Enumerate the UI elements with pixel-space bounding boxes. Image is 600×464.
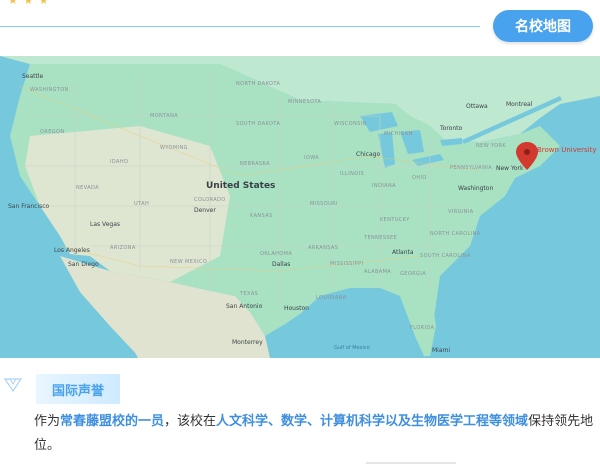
map-label-city: Atlanta: [392, 249, 414, 256]
highlight-text: 常春藤盟校的一员: [60, 414, 165, 429]
map-label-state: VIRGINIA: [448, 209, 474, 215]
decorative-stars: ★ ★ ★: [8, 0, 50, 7]
map-label-state: NEBRASKA: [240, 161, 271, 167]
map-label-state: MISSOURI: [310, 201, 338, 207]
map-label-state: NEW MEXICO: [170, 259, 208, 265]
map-label-state: ILLINOIS: [340, 171, 365, 177]
pin-label[interactable]: Brown University: [537, 146, 597, 154]
map-label-water: Gulf of Mexico: [334, 345, 370, 351]
map-label-state: ALABAMA: [364, 269, 392, 275]
map-label-state: KANSAS: [250, 213, 273, 219]
map-label-state: NORTH CAROLINA: [430, 231, 481, 237]
map-label-state: FLORIDA: [410, 325, 435, 331]
map-label-state: UTAH: [134, 201, 150, 207]
map-label-city: Dallas: [272, 261, 291, 268]
map-label-state: IDAHO: [110, 159, 129, 165]
map-label-city: Seattle: [22, 73, 44, 80]
map-label-city: San Antonio: [226, 303, 263, 310]
map-label-state: OREGON: [40, 129, 65, 135]
map-label-state: SOUTH CAROLINA: [420, 253, 471, 259]
map-label-state: NEW YORK: [476, 143, 507, 149]
map-label-city: Los Angeles: [54, 247, 90, 254]
map-label-city: Montreal: [506, 101, 533, 108]
map-label-state: TENNESSEE: [364, 235, 398, 241]
map-label-state: WISCONSIN: [334, 121, 367, 127]
map-label-city: Washington: [458, 185, 494, 192]
map-label-city: San Francisco: [8, 203, 50, 210]
map-label-state: ARKANSAS: [308, 245, 339, 251]
highlight-text: 人文科学、数学、计算机科学以及生物医学工程等领域: [216, 414, 529, 429]
map-label-state: INDIANA: [372, 183, 396, 189]
map-label-state: MONTANA: [150, 113, 179, 119]
description-paragraph: 作为常春藤盟校的一员，该校在人文科学、数学、计算机科学以及生物医学工程等领域保持…: [34, 410, 594, 458]
map-label-state: WASHINGTON: [30, 87, 69, 93]
map-label-city: Toronto: [440, 125, 463, 132]
map-label-state: OKLAHOMA: [260, 251, 293, 257]
map-label-city: Miami: [432, 347, 451, 354]
map-label-state: SOUTH DAKOTA: [236, 121, 281, 127]
map-label-city: New York: [496, 165, 524, 172]
map-label-state: GEORGIA: [400, 271, 427, 277]
map-label-city: Denver: [194, 207, 216, 214]
map-label-state: LOUISIANA: [316, 295, 347, 301]
paragraph-text: ，该校在: [164, 414, 217, 429]
map-label-city: San Diego: [68, 261, 99, 268]
triangle-outline-icon: [4, 378, 22, 392]
map-label-state: MICHIGAN: [384, 131, 413, 137]
map-label-state: TEXAS: [240, 291, 259, 297]
map-label-state: NORTH DAKOTA: [236, 81, 281, 87]
map-label-city: Ottawa: [466, 103, 488, 110]
map-label-state: MISSISSIPPI: [330, 261, 364, 267]
map-label-city: Houston: [284, 305, 309, 312]
map-label-state: WYOMING: [160, 145, 188, 151]
map-label-state: COLORADO: [194, 197, 226, 203]
map-label-state: NEVADA: [76, 185, 100, 191]
map-label-state: IOWA: [304, 155, 320, 161]
map-label-state: MINNESOTA: [288, 99, 322, 105]
map-label-city: Las Vegas: [90, 221, 120, 228]
map-label-state: KENTUCKY: [380, 217, 410, 223]
section-tag: 国际声誉: [36, 374, 120, 404]
paragraph-text: 作为: [34, 414, 61, 429]
map-label-city: Monterrey: [232, 339, 263, 346]
map-view[interactable]: Seattle WASHINGTON OREGON NEVADA IDAHO M…: [0, 56, 600, 358]
map-label-state: PENNSYLVANIA: [450, 165, 493, 171]
map-title-badge: 名校地图: [493, 10, 593, 42]
map-label-city: Chicago: [356, 151, 381, 158]
map-label-state: ARIZONA: [110, 245, 136, 251]
map-label-country: United States: [206, 181, 276, 191]
header-divider: [0, 26, 480, 27]
map-label-state: OHIO: [412, 175, 427, 181]
